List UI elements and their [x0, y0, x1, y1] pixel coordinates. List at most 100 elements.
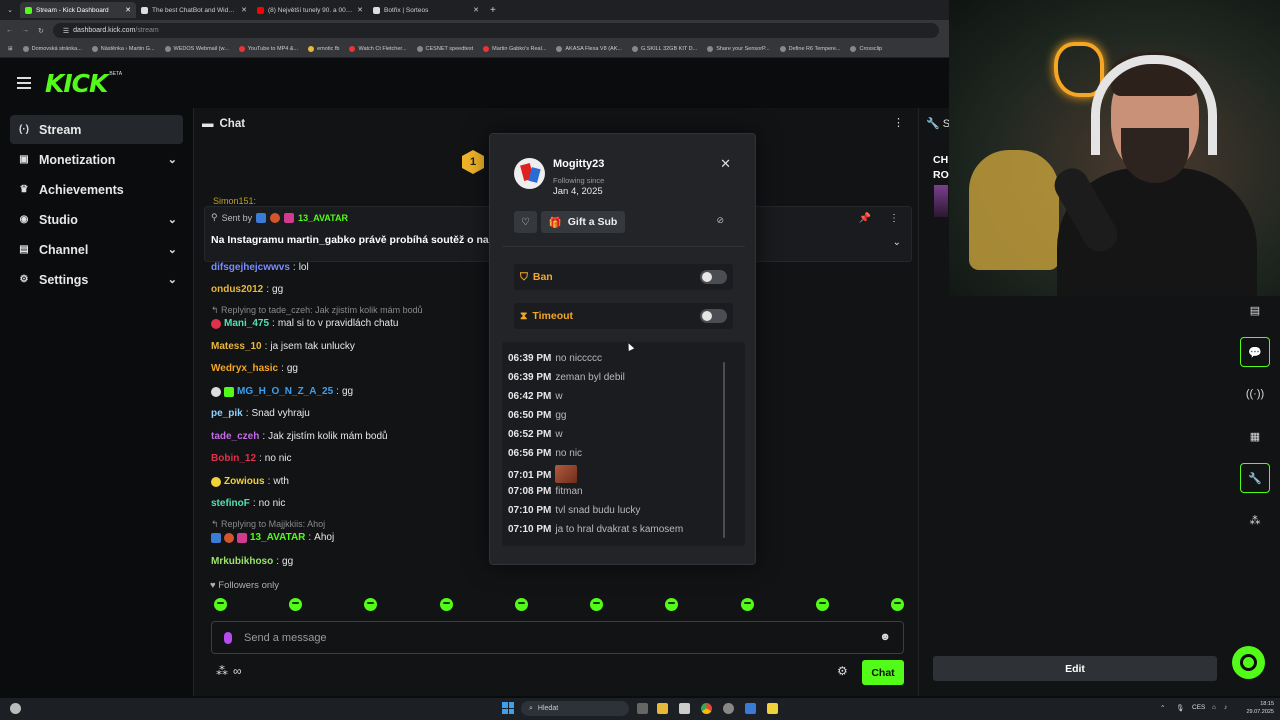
chat-input[interactable]: Send a message ☻	[211, 621, 904, 654]
apps-icon[interactable]: ⊞	[8, 46, 13, 52]
clock[interactable]: 18:15 29.07.2025	[1246, 700, 1274, 716]
reply-context[interactable]: ↰ Replying to Majjkkiis: Ahoj	[211, 519, 325, 530]
emoji-picker-icon[interactable]: ☻	[879, 631, 891, 643]
new-tab-button[interactable]: +	[484, 5, 502, 16]
tray-chevron-icon[interactable]: ⌃	[1160, 704, 1165, 712]
chat-message[interactable]: stefinoF: no nic	[211, 498, 285, 509]
timeout-toggle[interactable]	[700, 309, 727, 323]
emote-icon[interactable]	[665, 598, 679, 611]
timeout-row[interactable]: ⧗ Timeout	[514, 303, 733, 329]
reply-context[interactable]: ↰ Replying to tade_czeh: Jak zjistím kol…	[211, 305, 423, 316]
task-view-icon[interactable]	[637, 703, 648, 714]
emote-icon[interactable]	[740, 598, 754, 611]
site-info-icon[interactable]: ☰	[63, 27, 69, 35]
pinned-sender[interactable]: 13_AVATAR	[298, 213, 348, 223]
chat-message[interactable]: Matess_10: ja jsem tak unlucky	[211, 341, 355, 352]
close-icon[interactable]: ✕	[720, 156, 731, 172]
chat-username[interactable]: Mani_475	[224, 318, 269, 329]
bookmark[interactable]: Domovská stránka...	[22, 46, 82, 52]
weather-icon[interactable]	[10, 703, 21, 714]
volume-icon[interactable]: ♪	[1224, 704, 1227, 711]
sidebar-item-stream[interactable]: (·) Stream	[10, 115, 183, 144]
bookmark[interactable]: Martin Gabko's Real...	[483, 46, 546, 52]
mic-tray-icon[interactable]: 🎙	[1176, 704, 1184, 712]
gift-sub-button[interactable]: 🎁 Gift a Sub	[541, 211, 625, 233]
sidebar-item-channel[interactable]: ▤ Channel ⌄	[10, 235, 183, 264]
bookmark[interactable]: Nástěnka › Martin G...	[91, 46, 155, 52]
chat-message[interactable]: tade_czeh: Jak zjistím kolik mám bodů	[211, 431, 388, 442]
kick-points-tool-icon[interactable]: ⁂	[1240, 505, 1270, 535]
kick-logo[interactable]: KICK	[45, 69, 108, 98]
emote-icon[interactable]	[214, 598, 227, 611]
help-button[interactable]	[1232, 646, 1265, 679]
infinity-icon[interactable]: ∞	[233, 664, 242, 678]
tab-botrix[interactable]: Botřix | Sorteos ✕	[368, 2, 484, 18]
chat-username[interactable]: Zowious	[224, 476, 265, 487]
sidebar-item-monetization[interactable]: ▣ Monetization ⌄	[10, 145, 183, 174]
chat-username[interactable]: Mrkubikhoso	[211, 556, 273, 567]
chevron-down-icon[interactable]: ⌄	[893, 237, 901, 248]
chat-username[interactable]: pe_pik	[211, 408, 243, 419]
chat-username[interactable]: MG_H_O_N_Z_A_25	[237, 386, 333, 397]
chat-username[interactable]: 13_AVATAR	[250, 532, 305, 543]
chat-message[interactable]: MG_H_O_N_Z_A_25: gg	[211, 386, 353, 397]
sticky-notes-icon[interactable]	[767, 703, 778, 714]
chat-username[interactable]: Matess_10	[211, 341, 262, 352]
emote-icon[interactable]	[815, 598, 829, 611]
tab-close-icon[interactable]: ✕	[241, 6, 247, 14]
emote-icon[interactable]	[289, 598, 303, 611]
bookmark[interactable]: G.SKILL 32GB KIT D...	[631, 46, 697, 52]
chat-message[interactable]: Bobin_12: no nic	[211, 453, 291, 464]
bookmark[interactable]: Define R6 Tempere...	[779, 46, 840, 52]
goal-badge[interactable]: 1	[462, 150, 484, 174]
user-card-username[interactable]: Mogitty23	[553, 158, 604, 170]
sidebar-item-settings[interactable]: ⚙ Settings ⌄	[10, 265, 183, 294]
layout-tool-icon[interactable]: ▦	[1240, 421, 1270, 451]
wrench-tool-icon[interactable]: 🔧	[1240, 463, 1270, 493]
tab-stream[interactable]: Stream - Kick Dashboard ✕	[20, 2, 136, 18]
bookmark[interactable]: YouTube to MP4 &...	[238, 46, 298, 52]
tab-close-icon[interactable]: ✕	[125, 6, 131, 14]
reload-icon[interactable]: ↻	[38, 27, 44, 35]
bookmark[interactable]: AKASA Flexa V8 (AK...	[556, 46, 622, 52]
network-icon[interactable]: ⌂	[1212, 704, 1216, 711]
tab-search-icon[interactable]: ⌄	[2, 2, 18, 18]
send-chat-button[interactable]: Chat	[862, 660, 904, 685]
chat-options-icon[interactable]: ⋮	[893, 116, 904, 129]
avatar[interactable]	[514, 158, 545, 189]
bookmark[interactable]: Watch Ct Fletcher...	[349, 46, 407, 52]
app-icon[interactable]	[745, 703, 756, 714]
emote-icon[interactable]	[590, 598, 604, 611]
unpin-icon[interactable]: 📌	[859, 213, 871, 224]
mute-user-icon[interactable]: ⊘	[716, 215, 724, 226]
tab-close-icon[interactable]: ✕	[357, 6, 363, 14]
chat-username[interactable]: difsgejhejcwwvs	[211, 262, 290, 273]
edit-button[interactable]: Edit	[933, 656, 1217, 681]
chat-message[interactable]: 13_AVATAR: Ahoj	[211, 532, 334, 543]
sidebar-item-achievements[interactable]: ♛ Achievements	[10, 175, 183, 204]
chrome-icon[interactable]	[701, 703, 712, 714]
taskbar-search[interactable]: ⌕ Hledat	[521, 701, 629, 716]
file-explorer-icon[interactable]	[657, 703, 668, 714]
chat-username[interactable]: stefinoF	[211, 498, 250, 509]
history-scrollbar[interactable]	[723, 362, 725, 538]
chat-message[interactable]: Mani_475: mal si to v pravidlách chatu	[211, 318, 398, 329]
bookmark[interactable]: WEDOS Webmail (w...	[164, 46, 229, 52]
app-icon[interactable]	[723, 703, 734, 714]
chat-username[interactable]: tade_czeh	[211, 431, 259, 442]
widget-thumbnail[interactable]	[934, 185, 948, 217]
windows-start-icon[interactable]	[502, 702, 514, 714]
ban-row[interactable]: ⛉ Ban	[514, 264, 733, 290]
chat-message[interactable]: difsgejhejcwwvs: lol	[211, 262, 309, 273]
language-indicator[interactable]: CES	[1192, 704, 1205, 711]
chat-message[interactable]: Mrkubikhoso: gg	[211, 556, 293, 567]
pinned-options-icon[interactable]: ⋮	[889, 213, 899, 224]
chat-username[interactable]: Bobin_12	[211, 453, 256, 464]
tab-close-icon[interactable]: ✕	[473, 6, 479, 14]
sidebar-item-studio[interactable]: ◉ Studio ⌄	[10, 205, 183, 234]
follow-heart-button[interactable]: ♡	[514, 211, 537, 233]
tab-youtube[interactable]: (8) Největší tunely 90. a 00. let ✕	[252, 2, 368, 18]
bookmark[interactable]: CESNET speedtest	[416, 46, 473, 52]
emote-icon[interactable]	[514, 598, 528, 611]
chat-message[interactable]: Zowious: wth	[211, 476, 289, 487]
